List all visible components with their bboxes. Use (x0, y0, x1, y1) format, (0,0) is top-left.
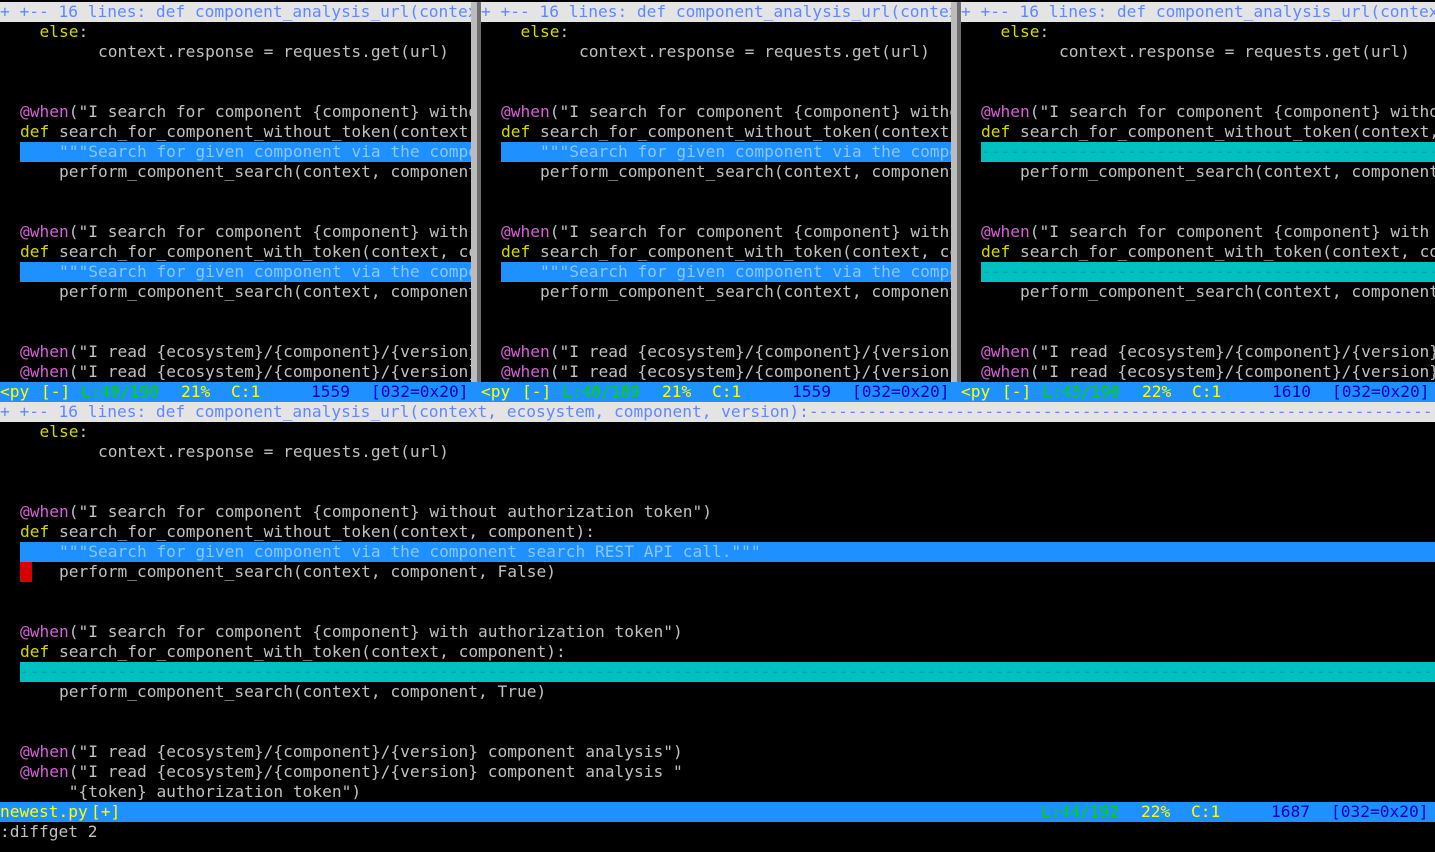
diff-filler-line: ----------------------------------------… (0, 662, 1435, 682)
cursor-sign (20, 562, 32, 582)
status-line-pane-3: <py [-] L:43/190 22% C:1 1610 [032=0x20] (961, 382, 1435, 402)
status-line-main: newest.py [+] L:44/192 22% C:1 1687 [032… (0, 802, 1435, 822)
vertical-split-2[interactable] (951, 2, 961, 382)
main-editor-pane[interactable]: + +-- 16 lines: def component_analysis_u… (0, 402, 1435, 802)
fold-line[interactable]: + +-- 16 lines: def component_analysis_u… (481, 2, 951, 22)
fold-line[interactable]: + +-- 16 lines: def component_analysis_u… (0, 2, 471, 22)
diff-pane-2[interactable]: + +-- 16 lines: def component_analysis_u… (481, 2, 951, 382)
fold-line[interactable]: + +-- 16 lines: def component_analysis_u… (0, 402, 1435, 422)
vertical-split-1[interactable] (471, 2, 481, 382)
diff-filler-line: ----------------------------------------… (961, 142, 1435, 162)
status-line-pane-1: <py [-] L:40/190 21% C:1 1559 [032=0x20] (0, 382, 481, 402)
status-filename: newest.py (0, 802, 88, 821)
diff-pane-3[interactable]: + +-- 16 lines: def component_analysis_u… (961, 2, 1435, 382)
fold-line[interactable]: + +-- 16 lines: def component_analysis_u… (961, 2, 1435, 22)
diff-pane-1[interactable]: + +-- 16 lines: def component_analysis_u… (0, 2, 471, 382)
diff-filler-line: ----------------------------------------… (961, 262, 1435, 282)
status-line-pane-2: <py [-] L:40/189 21% C:1 1559 [032=0x20] (481, 382, 961, 402)
command-line[interactable]: :diffget 2 (0, 822, 97, 842)
